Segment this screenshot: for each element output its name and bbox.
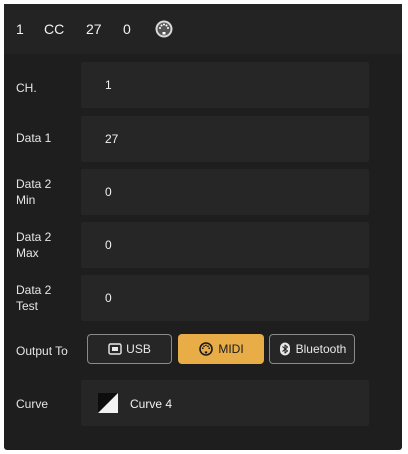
curve-field[interactable]: Curve 4 <box>81 380 369 426</box>
output-usb-button[interactable]: USB <box>87 334 172 364</box>
data2-test-field[interactable]: 0 <box>81 275 369 321</box>
data2-max-field[interactable]: 0 <box>81 222 369 268</box>
midi-din-icon <box>155 20 173 38</box>
channel-field[interactable]: 1 <box>81 62 369 108</box>
curve-value: Curve 4 <box>130 397 173 411</box>
midi-din-icon <box>199 342 214 356</box>
header-channel: 1 <box>16 21 24 37</box>
channel-label: CH. <box>16 81 37 95</box>
output-midi-button[interactable]: MIDI <box>178 334 264 364</box>
output-to-label: Output To <box>16 344 68 358</box>
data2-test-label-line1: Data 2 <box>16 283 52 297</box>
data2-test-value: 0 <box>105 291 112 305</box>
data2-min-label: Data 2 Min <box>16 176 51 208</box>
curve-icon <box>98 393 118 413</box>
header-value: 0 <box>123 21 131 37</box>
data2-max-label: Data 2 Max <box>16 229 51 261</box>
data2-test-label: Data 2 Test <box>16 282 51 314</box>
header-data1: 27 <box>86 21 102 37</box>
output-midi-label: MIDI <box>218 342 244 356</box>
data1-field[interactable]: 27 <box>81 116 369 162</box>
data2-test-label-line2: Test <box>16 299 39 313</box>
data2-max-label-line1: Data 2 <box>16 230 52 244</box>
channel-value: 1 <box>105 78 112 92</box>
header-type: CC <box>44 21 65 37</box>
data1-label: Data 1 <box>16 131 52 145</box>
curve-label: Curve <box>16 397 49 411</box>
data1-value: 27 <box>105 132 119 146</box>
output-usb-label: USB <box>126 342 151 356</box>
data2-min-label-line2: Min <box>16 193 36 207</box>
usb-icon <box>108 343 122 355</box>
data2-max-value: 0 <box>105 238 112 252</box>
data2-min-field[interactable]: 0 <box>81 169 369 215</box>
output-bluetooth-label: Bluetooth <box>295 342 347 356</box>
bluetooth-icon <box>279 342 290 356</box>
output-bluetooth-button[interactable]: Bluetooth <box>269 334 355 364</box>
summary-header: 1 CC 27 0 <box>4 4 402 54</box>
data2-max-label-line2: Max <box>16 246 39 260</box>
data2-min-label-line1: Data 2 <box>16 177 52 191</box>
midi-settings-panel: 1 CC 27 0 CH. 1 Data 1 27 Data 2 Min 0 D… <box>4 4 402 450</box>
data2-min-value: 0 <box>105 185 112 199</box>
